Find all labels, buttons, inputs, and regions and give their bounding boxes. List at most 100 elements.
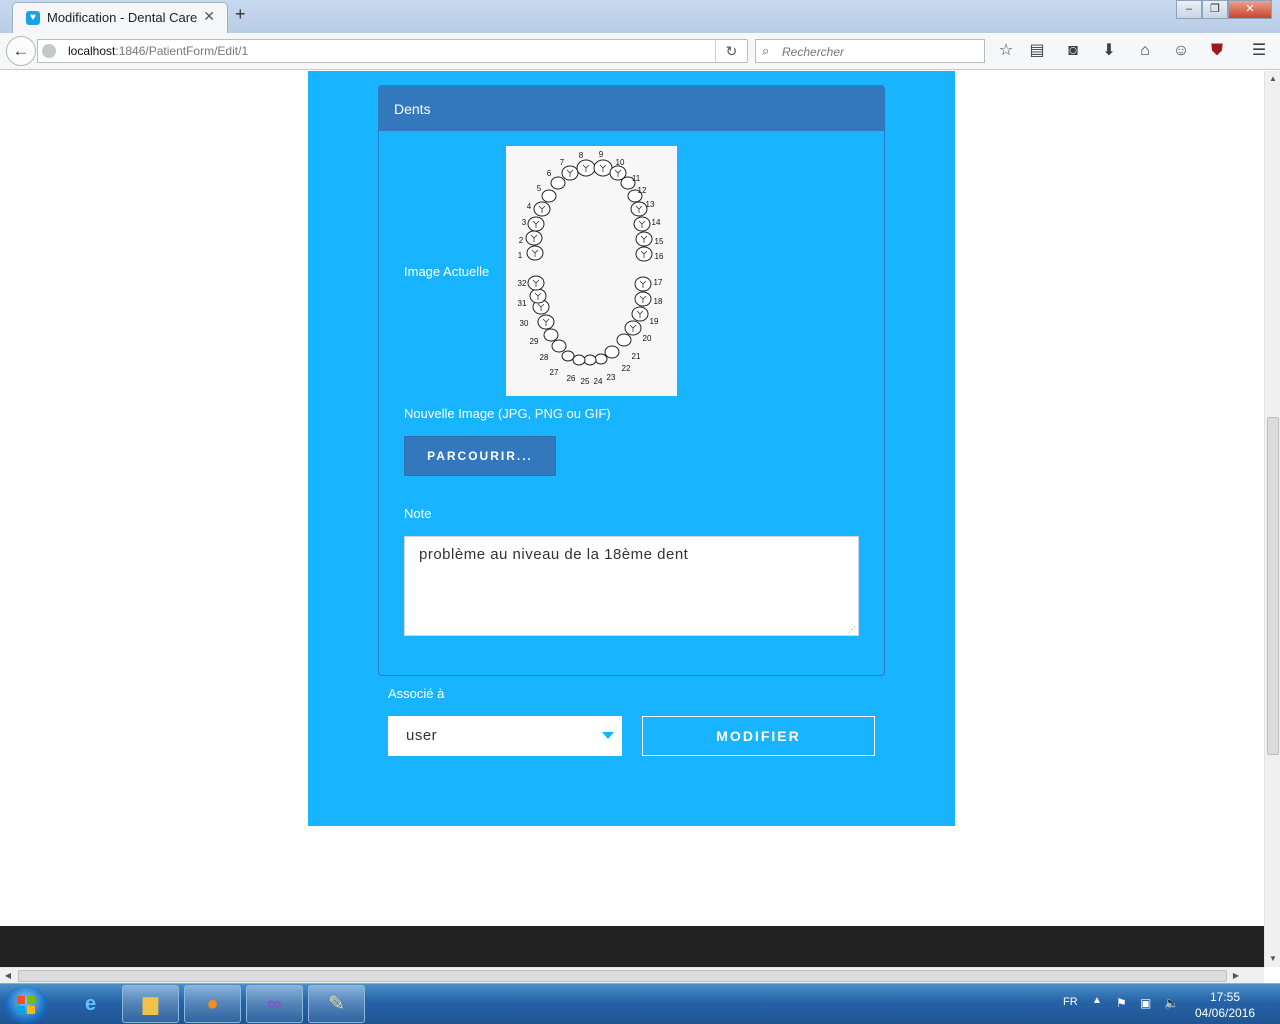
tooth-number-label: 6 [547,169,552,178]
tooth-number-label: 27 [550,368,559,377]
tooth-number-label: 32 [518,279,527,288]
tooth-number-label: 10 [616,158,625,167]
action-center-icon[interactable]: ⚑ [1116,996,1127,1010]
downloads-icon[interactable]: ⬇ [1098,41,1120,63]
scroll-up-icon[interactable]: ▲ [1265,71,1280,87]
tooth-number-label: 7 [560,158,565,167]
tooth-24 [583,354,597,366]
current-image-label: Image Actuelle [404,264,490,279]
browser-tab[interactable]: ♥ Modification - Dental Care ✕ [12,2,228,33]
url-text[interactable]: localhost:1846/PatientForm/Edit/1 [68,44,248,58]
windows-logo-icon [17,996,35,1014]
tooth-number-label: 29 [530,337,539,346]
note-value: problème au niveau de la 18ème dent [419,546,689,563]
page-viewport: Dents Image Actuelle 1 2 3 4 5 6 7 8 9 10 11 12 13 14… [0,71,1264,967]
url-path: :1846/PatientForm/Edit/1 [115,44,249,58]
tooth-number-label: 19 [650,317,659,326]
dents-section-header: Dents [379,86,884,131]
start-button[interactable] [4,986,48,1024]
scroll-right-icon[interactable]: ▶ [1228,968,1244,984]
tooth-number-label: 18 [654,297,663,306]
tooth-number-label: 11 [632,174,641,183]
file-explorer-icon[interactable]: ▆ [122,985,179,1023]
tooth-number-label: 31 [518,299,527,308]
menu-icon[interactable]: ☰ [1248,41,1270,63]
scroll-left-icon[interactable]: ◀ [0,968,16,984]
page-footer [0,926,1264,967]
tooth-number-label: 5 [537,184,542,193]
tooth-number-label: 4 [527,202,532,211]
patient-form-panel: Dents Image Actuelle 1 2 3 4 5 6 7 8 9 10 11 12 13 14… [308,71,955,826]
associated-user-value: user [406,727,438,744]
tooth-number-label: 12 [638,186,647,195]
internet-explorer-icon[interactable]: e [62,985,119,1023]
scroll-down-icon[interactable]: ▼ [1265,951,1280,967]
tooth-number-label: 30 [520,319,529,328]
tooth-number-label: 14 [652,218,661,227]
clock-date[interactable]: 04/06/2016 [1195,1006,1255,1020]
paint-icon[interactable]: ✎ [308,985,365,1023]
tooth-27 [551,339,567,353]
bookmark-star-icon[interactable]: ☆ [995,41,1017,63]
note-textarea[interactable]: problème au niveau de la 18ème dent ⋰ [404,536,859,636]
tooth-26 [561,350,575,362]
hello-chat-icon[interactable]: ☺ [1170,41,1192,63]
tooth-number-label: 2 [519,236,524,245]
search-placeholder: Rechercher [782,45,845,59]
vertical-scrollbar[interactable]: ▲ ▼ [1264,71,1280,967]
volume-icon[interactable]: 🔈 [1164,996,1179,1010]
navigation-toolbar: localhost:1846/PatientForm/Edit/1 ↻ ← ⌕ … [0,33,1280,70]
back-button[interactable]: ← [6,36,36,66]
tooth-number-label: 9 [599,150,604,159]
browse-file-button[interactable]: PARCOURIR... [404,436,556,476]
tooth-chart-drawing: 12345678 91011121314151617181920212223242… [518,150,664,386]
tooth-22 [604,345,620,359]
tooth-5 [541,189,557,203]
tooth-number-label: 22 [622,364,631,373]
horizontal-scroll-thumb[interactable] [18,970,1227,982]
new-tab-icon[interactable]: + [235,4,246,25]
tab-close-icon[interactable]: ✕ [203,8,215,25]
url-bar[interactable]: localhost:1846/PatientForm/Edit/1 ↻ [37,39,748,63]
windows-taskbar: e ▆ ● ∞ ✎ FR ▲ ⚑ ▣ 🔈 17:55 04/06/2016 [0,983,1280,1024]
tooth-number-label: 16 [655,252,664,261]
language-indicator[interactable]: FR [1063,996,1078,1008]
tooth-number-label: 20 [643,334,652,343]
tooth-25 [572,354,586,366]
reading-list-icon[interactable]: ▤ [1026,41,1048,63]
maximize-button[interactable]: ❐ [1202,0,1228,19]
note-label: Note [404,506,432,521]
chevron-down-icon [602,732,614,739]
modify-button[interactable]: MODIFIER [642,716,875,756]
search-bar[interactable]: ⌕ Rechercher [755,39,985,63]
tooth-number-label: 3 [522,218,527,227]
close-window-button[interactable]: ✕ [1228,0,1272,19]
tooth-number-label: 25 [581,377,590,386]
visual-studio-icon[interactable]: ∞ [246,985,303,1023]
tooth-number-label: 21 [632,352,641,361]
search-icon: ⌕ [762,43,770,58]
reload-icon[interactable]: ↻ [715,40,747,62]
home-icon[interactable]: ⌂ [1134,41,1156,63]
associated-label: Associé à [388,686,445,701]
clock-time[interactable]: 17:55 [1210,990,1240,1004]
tooth-favicon-icon: ♥ [26,11,40,25]
window-controls: ‒ ❐ ✕ [1176,0,1272,19]
site-info-icon[interactable] [42,44,56,58]
network-icon[interactable]: ▣ [1140,996,1151,1010]
url-host: localhost [68,44,116,58]
associated-user-select[interactable]: user [388,716,622,756]
minimize-button[interactable]: ‒ [1176,0,1202,19]
tooth-23 [594,353,608,365]
firefox-icon[interactable]: ● [184,985,241,1023]
tooth-number-label: 24 [594,377,603,386]
tab-title: Modification - Dental Care [47,10,198,25]
resize-grip-icon[interactable]: ⋰ [848,625,856,634]
pocket-icon[interactable]: ◙ [1062,41,1084,63]
ublock-icon[interactable]: ⛊ [1206,41,1228,63]
horizontal-scrollbar[interactable]: ◀ ▶ [0,967,1264,983]
tooth-number-label: 23 [607,373,616,382]
show-hidden-icons-icon[interactable]: ▲ [1092,995,1102,1006]
vertical-scroll-thumb[interactable] [1267,417,1279,755]
tooth-number-label: 26 [567,374,576,383]
